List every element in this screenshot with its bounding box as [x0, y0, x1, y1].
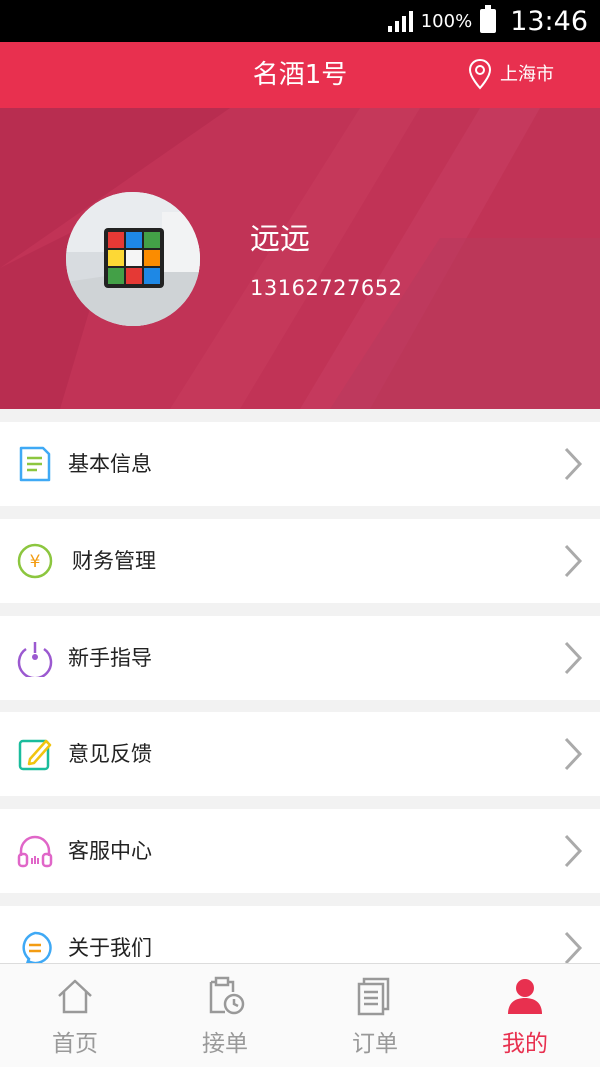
tab-home[interactable]: 首页	[0, 964, 150, 1067]
city-selector[interactable]: 上海市	[500, 60, 554, 90]
chevron-right-icon	[564, 447, 583, 481]
tab-accept-orders[interactable]: 接单	[150, 964, 300, 1067]
tab-label: 订单	[352, 1031, 398, 1057]
profile-header: 远远 13162727652	[0, 108, 600, 409]
clock: 13:46	[510, 5, 588, 37]
menu-item-label: 财务管理	[72, 549, 156, 573]
chat-bubble-icon	[22, 931, 52, 967]
bottom-navigation: 首页 接单 订单 我的	[0, 963, 600, 1067]
chevron-right-icon	[564, 931, 583, 965]
tab-orders[interactable]: 订单	[300, 964, 450, 1067]
svg-text:¥: ¥	[30, 552, 41, 572]
home-icon	[58, 979, 92, 1014]
menu-item-beginner-guide[interactable]: 新手指导	[0, 616, 600, 700]
menu-item-finance[interactable]: ¥ 财务管理	[0, 519, 600, 603]
status-bar: 100% 13:46	[0, 0, 600, 42]
chevron-right-icon	[564, 544, 583, 578]
chevron-right-icon	[564, 641, 583, 675]
tab-label: 我的	[502, 1031, 548, 1057]
headphones-icon	[17, 835, 53, 868]
tab-label: 接单	[202, 1031, 248, 1057]
menu-item-customer-service[interactable]: 客服中心	[0, 809, 600, 893]
menu-item-label: 新手指导	[68, 646, 152, 670]
clipboard-clock-icon	[209, 976, 245, 1015]
avatar[interactable]	[66, 192, 200, 326]
signal-icon	[387, 10, 413, 32]
mouse-icon	[17, 642, 53, 677]
battery-icon	[480, 5, 497, 33]
tab-label: 首页	[52, 1031, 98, 1057]
chevron-right-icon	[564, 737, 583, 771]
battery-percent: 100%	[420, 10, 473, 32]
yen-icon: ¥	[17, 543, 53, 579]
avatar-image	[66, 192, 200, 326]
location-pin-icon[interactable]	[468, 58, 492, 92]
chevron-right-icon	[564, 834, 583, 868]
app-bar: 名酒1号 上海市	[0, 42, 600, 108]
menu-item-label: 客服中心	[68, 839, 152, 863]
document-icon	[19, 446, 51, 482]
user-phone: 13162727652	[250, 276, 403, 300]
menu-item-label: 意见反馈	[68, 742, 152, 766]
user-icon	[508, 979, 542, 1014]
menu-item-feedback[interactable]: 意见反馈	[0, 712, 600, 796]
edit-icon	[18, 739, 52, 771]
menu-item-label: 基本信息	[68, 452, 152, 476]
tab-mine[interactable]: 我的	[450, 964, 600, 1067]
orders-icon	[357, 977, 390, 1016]
menu-item-basic-info[interactable]: 基本信息	[0, 422, 600, 506]
user-name: 远远	[250, 222, 310, 257]
